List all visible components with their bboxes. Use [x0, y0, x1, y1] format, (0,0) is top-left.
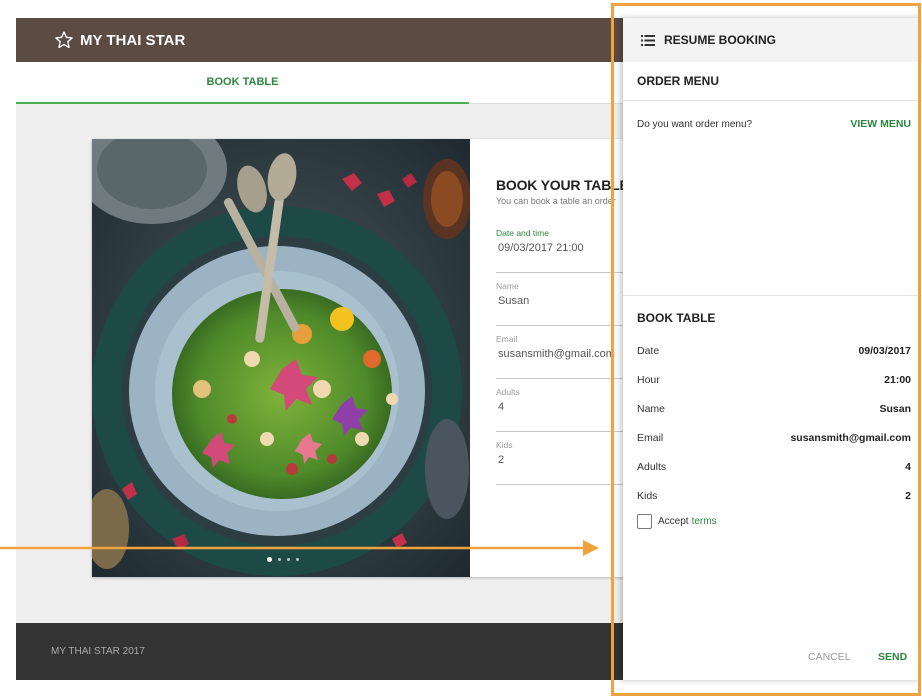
- brand-title[interactable]: MY THAI STAR: [80, 32, 185, 49]
- date-time-field[interactable]: Date and time 09/03/2017 21:00: [496, 220, 626, 273]
- field-label: Name: [496, 281, 519, 291]
- field-value[interactable]: 2: [498, 454, 504, 466]
- booking-form: BOOK YOUR TABLE You can book a table an …: [496, 177, 626, 485]
- food-photo: [92, 139, 470, 577]
- name-field[interactable]: Name Susan: [496, 273, 626, 326]
- form-title: BOOK YOUR TABLE: [496, 177, 626, 193]
- star-icon[interactable]: [54, 30, 74, 50]
- carousel-dot[interactable]: [278, 558, 281, 561]
- adults-field[interactable]: Adults 4: [496, 379, 626, 432]
- field-value[interactable]: 4: [498, 401, 504, 413]
- form-subtitle: You can book a table an order: [496, 196, 616, 206]
- email-field[interactable]: Email susansmith@gmail.com: [496, 326, 626, 379]
- highlight-frame: [611, 3, 921, 696]
- field-label: Kids: [496, 440, 513, 450]
- field-label: Adults: [496, 387, 520, 397]
- field-label: Date and time: [496, 228, 549, 238]
- field-value[interactable]: susansmith@gmail.com: [498, 348, 615, 360]
- tab-book-table[interactable]: BOOK TABLE: [16, 62, 469, 104]
- footer-text: MY THAI STAR 2017: [51, 646, 145, 657]
- carousel-dots: [267, 557, 299, 562]
- field-value[interactable]: 09/03/2017 21:00: [498, 242, 584, 254]
- carousel-dot[interactable]: [267, 557, 272, 562]
- booking-card: BOOK YOUR TABLE You can book a table an …: [92, 139, 626, 577]
- carousel-dot[interactable]: [296, 558, 299, 561]
- field-value[interactable]: Susan: [498, 295, 529, 307]
- field-label: Email: [496, 334, 518, 344]
- carousel-dot[interactable]: [287, 558, 290, 561]
- kids-field[interactable]: Kids 2: [496, 432, 626, 485]
